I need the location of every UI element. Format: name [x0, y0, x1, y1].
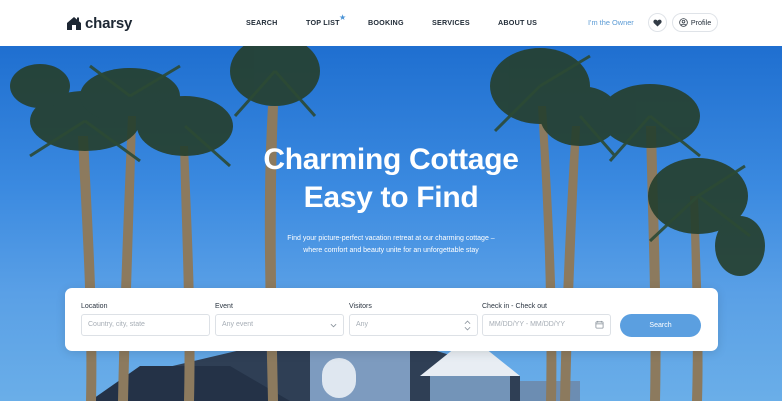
hero-title-line-1: Charming Cottage: [263, 143, 519, 176]
event-label: Event: [215, 303, 233, 310]
nav-services[interactable]: SERVICES: [432, 18, 470, 27]
event-placeholder: Any event: [222, 321, 254, 328]
brand-logo[interactable]: charsy: [66, 15, 132, 32]
profile-label: Profile: [690, 18, 712, 27]
location-input[interactable]: Country, city, state: [81, 314, 210, 336]
visitors-label: Visitors: [349, 303, 372, 310]
location-label: Location: [81, 303, 108, 310]
dates-label: Check in - Check out: [482, 303, 547, 310]
event-select[interactable]: Any event: [215, 314, 344, 336]
hero-title-line-2: Easy to Find: [303, 181, 479, 214]
profile-button[interactable]: Profile: [672, 13, 718, 32]
house-logo-icon: [67, 17, 81, 30]
stepper-icon[interactable]: [464, 320, 471, 331]
user-circle-icon: [679, 18, 688, 27]
calendar-icon[interactable]: [595, 320, 604, 329]
hero-subtitle: Find your picture-perfect vacation retre…: [0, 233, 782, 257]
nav-search[interactable]: SEARCH: [246, 18, 278, 27]
hero-subtitle-line-1: Find your picture-perfect vacation retre…: [287, 235, 495, 242]
heart-icon: [653, 19, 662, 27]
owner-link[interactable]: I'm the Owner: [588, 18, 634, 27]
search-button[interactable]: Search: [620, 314, 701, 337]
top-list-star-icon: ★: [339, 13, 347, 22]
hero-title: Charming Cottage Easy to Find: [0, 141, 782, 217]
brand-name: charsy: [85, 15, 133, 32]
date-range-placeholder: MM/DD/YY - MM/DD/YY: [489, 321, 566, 328]
search-panel: Location Country, city, state Event Any …: [65, 288, 718, 351]
chevron-down-icon: [330, 323, 337, 328]
nav-booking[interactable]: BOOKING: [368, 18, 404, 27]
favorites-button[interactable]: [648, 13, 667, 32]
location-placeholder: Country, city, state: [88, 321, 145, 328]
visitors-placeholder: Any: [356, 321, 369, 328]
nav-about-us[interactable]: ABOUT US: [498, 18, 537, 27]
visitors-stepper[interactable]: Any: [349, 314, 478, 336]
nav-top-list[interactable]: TOP LIST: [306, 18, 340, 27]
date-range-input[interactable]: MM/DD/YY - MM/DD/YY: [482, 314, 611, 336]
top-header: charsy SEARCH TOP LIST BOOKING SERVICES …: [0, 0, 782, 46]
hero-subtitle-line-2: where comfort and beauty unite for an un…: [303, 247, 479, 254]
